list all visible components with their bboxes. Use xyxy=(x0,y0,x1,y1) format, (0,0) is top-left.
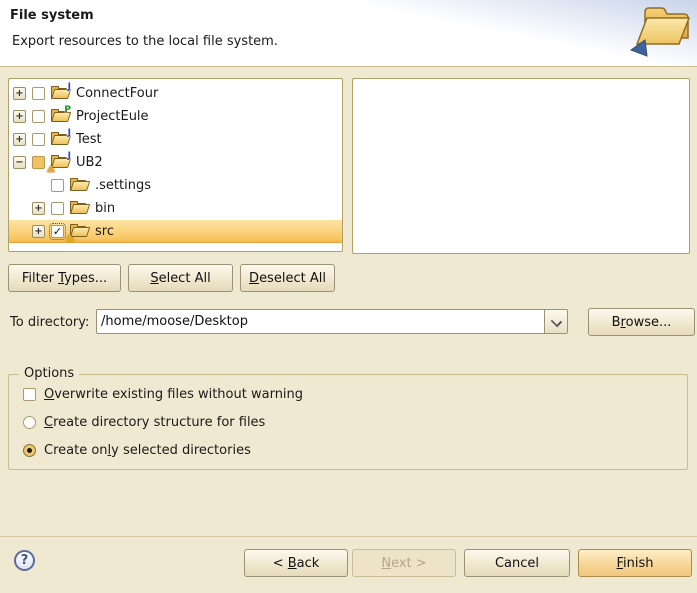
overwrite-option[interactable]: Overwrite existing files without warning xyxy=(23,387,303,402)
java-decorator-icon: J xyxy=(68,82,71,92)
tree-checkbox[interactable] xyxy=(32,110,45,123)
tree-item-.settings[interactable]: .settings xyxy=(9,174,342,197)
java-decorator-icon: J xyxy=(68,151,71,161)
tree-checkbox[interactable] xyxy=(32,87,45,100)
page-subtitle: Export resources to the local file syste… xyxy=(12,34,278,49)
finish-button[interactable]: Finish xyxy=(578,549,692,577)
to-directory-label: To directory: xyxy=(10,315,89,330)
expand-toggle-icon[interactable]: + xyxy=(32,225,45,238)
folder-icon: J xyxy=(50,155,68,170)
expand-toggle-icon[interactable]: + xyxy=(13,133,26,146)
tree-checkbox[interactable] xyxy=(51,179,64,192)
create-structure-radio[interactable] xyxy=(23,416,36,429)
folder-icon: P xyxy=(50,109,68,124)
project-decorator-icon: P xyxy=(64,105,71,115)
tree-checkbox[interactable] xyxy=(32,156,45,169)
chevron-down-icon xyxy=(551,316,562,327)
overwrite-label: Overwrite existing files without warning xyxy=(44,387,303,402)
filter-types-button[interactable]: Filter Types... xyxy=(8,264,121,292)
create-structure-label: Create directory structure for files xyxy=(44,415,265,430)
folder-icon: J xyxy=(50,132,68,147)
expand-toggle-icon[interactable]: + xyxy=(32,202,45,215)
select-all-button[interactable]: Select All xyxy=(128,264,233,292)
expand-toggle-icon[interactable]: + xyxy=(13,110,26,123)
back-button[interactable]: < Back xyxy=(244,549,348,577)
tree-item-label: ProjectEule xyxy=(73,109,152,124)
create-selected-label: Create only selected directories xyxy=(44,443,251,458)
tree-item-ConnectFour[interactable]: +JConnectFour xyxy=(9,82,342,105)
browse-button[interactable]: Browse... xyxy=(588,308,695,336)
wizard-banner: File system Export resources to the loca… xyxy=(0,0,697,67)
folder-icon xyxy=(69,178,87,193)
tree-checkbox[interactable] xyxy=(51,202,64,215)
footer-separator xyxy=(0,536,697,537)
options-legend: Options xyxy=(19,366,79,381)
tree-item-label: ConnectFour xyxy=(73,86,161,101)
create-selected-option[interactable]: Create only selected directories xyxy=(23,443,251,458)
help-button[interactable]: ? xyxy=(14,550,35,571)
tree-item-bin[interactable]: + bin xyxy=(9,197,342,220)
warning-decorator-icon xyxy=(66,234,74,241)
expand-toggle-icon[interactable]: + xyxy=(13,87,26,100)
directory-input[interactable] xyxy=(101,311,539,332)
tree-checkbox[interactable] xyxy=(32,133,45,146)
overwrite-checkbox[interactable] xyxy=(23,388,36,401)
tree-item-label: src xyxy=(92,224,117,239)
tree-checkbox[interactable]: ✓ xyxy=(51,225,64,238)
folder-icon xyxy=(69,224,87,239)
folder-icon: J xyxy=(50,86,68,101)
export-wizard-dialog: File system Export resources to the loca… xyxy=(0,0,697,593)
tree-item-label: bin xyxy=(92,201,118,216)
tree-item-label: UB2 xyxy=(73,155,106,170)
folder-icon xyxy=(69,201,87,216)
directory-combo xyxy=(96,309,568,334)
tree-item-ProjectEule[interactable]: +PProjectEule xyxy=(9,105,342,128)
cancel-button[interactable]: Cancel xyxy=(464,549,570,577)
tree-item-Test[interactable]: +JTest xyxy=(9,128,342,151)
java-decorator-icon: J xyxy=(68,128,71,138)
create-selected-radio[interactable] xyxy=(23,444,36,457)
create-structure-option[interactable]: Create directory structure for files xyxy=(23,415,265,430)
file-list-panel[interactable] xyxy=(352,78,690,254)
collapse-toggle-icon[interactable]: − xyxy=(13,156,26,169)
warning-decorator-icon xyxy=(47,165,55,172)
resource-tree: +JConnectFour+PProjectEule+JTest−JUB2.se… xyxy=(8,78,343,252)
options-group: Options Overwrite existing files without… xyxy=(8,374,688,470)
next-button: Next > xyxy=(352,549,456,577)
tree-item-src[interactable]: + ✓ src xyxy=(9,220,342,243)
export-folder-icon xyxy=(615,0,693,60)
tree-item-label: Test xyxy=(73,132,105,147)
deselect-all-button[interactable]: Deselect All xyxy=(240,264,335,292)
tree-item-label: .settings xyxy=(92,178,154,193)
directory-dropdown-button[interactable] xyxy=(544,310,567,333)
tree-item-UB2[interactable]: −JUB2 xyxy=(9,151,342,174)
page-title: File system xyxy=(10,8,94,23)
